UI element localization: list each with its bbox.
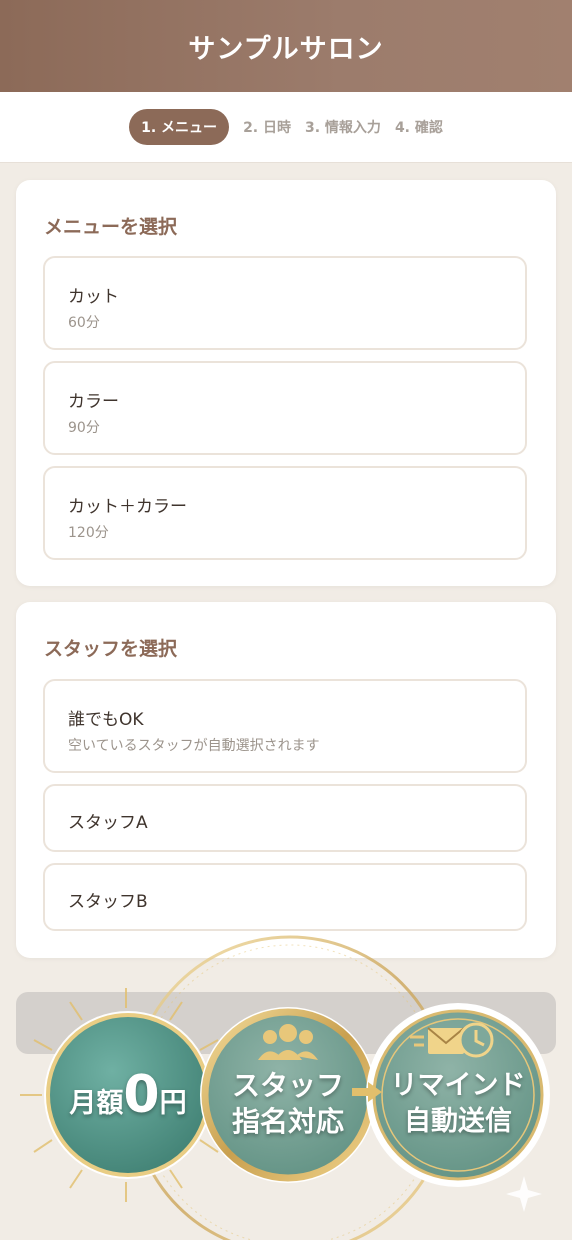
step-confirm[interactable]: 4. 確認 <box>395 117 443 137</box>
menu-section-title: メニューを選択 <box>44 216 178 238</box>
badge-remind-line2: 自動送信 <box>404 1106 512 1137</box>
badge-free-prefix: 月額 <box>69 1088 124 1119</box>
menu-option-duration: 60分 <box>68 315 100 331</box>
staff-card: スタッフを選択 誰でもOK 空いているスタッフが自動選択されます スタッフA ス… <box>16 602 556 958</box>
badge-free-text: 月額0円 <box>58 1060 198 1139</box>
promo-banner: 月額0円 スタッフ 指名対応 リマインド 自動送信 <box>0 930 572 1240</box>
badge-staff-line1: スタッフ <box>231 1069 344 1102</box>
staff-option-a[interactable]: スタッフA <box>43 784 527 852</box>
step-menu[interactable]: 1. メニュー <box>129 109 230 145</box>
menu-option-name: カット <box>68 287 119 307</box>
staff-option-any[interactable]: 誰でもOK 空いているスタッフが自動選択されます <box>43 679 527 773</box>
staff-section-title: スタッフを選択 <box>44 638 178 660</box>
menu-card: メニューを選択 カット 60分 カラー 90分 カット＋カラー 120分 <box>16 180 556 586</box>
badge-staff-text: スタッフ 指名対応 <box>218 1068 358 1140</box>
menu-option-cut[interactable]: カット 60分 <box>43 256 527 350</box>
staff-option-name: 誰でもOK <box>68 710 144 730</box>
step-indicator: 1. メニュー 2. 日時 3. 情報入力 4. 確認 <box>0 92 572 163</box>
staff-option-name: スタッフA <box>68 813 148 833</box>
menu-option-color[interactable]: カラー 90分 <box>43 361 527 455</box>
menu-option-name: カット＋カラー <box>68 497 187 517</box>
staff-option-name: スタッフB <box>68 892 148 912</box>
badge-staff-line2: 指名対応 <box>231 1105 344 1138</box>
badge-free-number: 0 <box>123 1065 160 1125</box>
staff-option-b[interactable]: スタッフB <box>43 863 527 931</box>
menu-option-duration: 90分 <box>68 420 100 436</box>
badge-remind-text: リマインド 自動送信 <box>382 1068 534 1140</box>
step-datetime[interactable]: 2. 日時 <box>243 117 291 137</box>
badge-free-suffix: 円 <box>159 1088 187 1119</box>
menu-option-name: カラー <box>68 392 119 412</box>
staff-option-desc: 空いているスタッフが自動選択されます <box>68 738 320 754</box>
step-info[interactable]: 3. 情報入力 <box>305 117 381 137</box>
menu-option-cut-color[interactable]: カット＋カラー 120分 <box>43 466 527 560</box>
sparkle-icon <box>506 1176 542 1212</box>
badge-remind-line1: リマインド <box>390 1070 526 1101</box>
salon-title: サンプルサロン <box>188 33 384 65</box>
app-header: サンプルサロン <box>0 0 572 92</box>
menu-option-duration: 120分 <box>68 525 109 541</box>
